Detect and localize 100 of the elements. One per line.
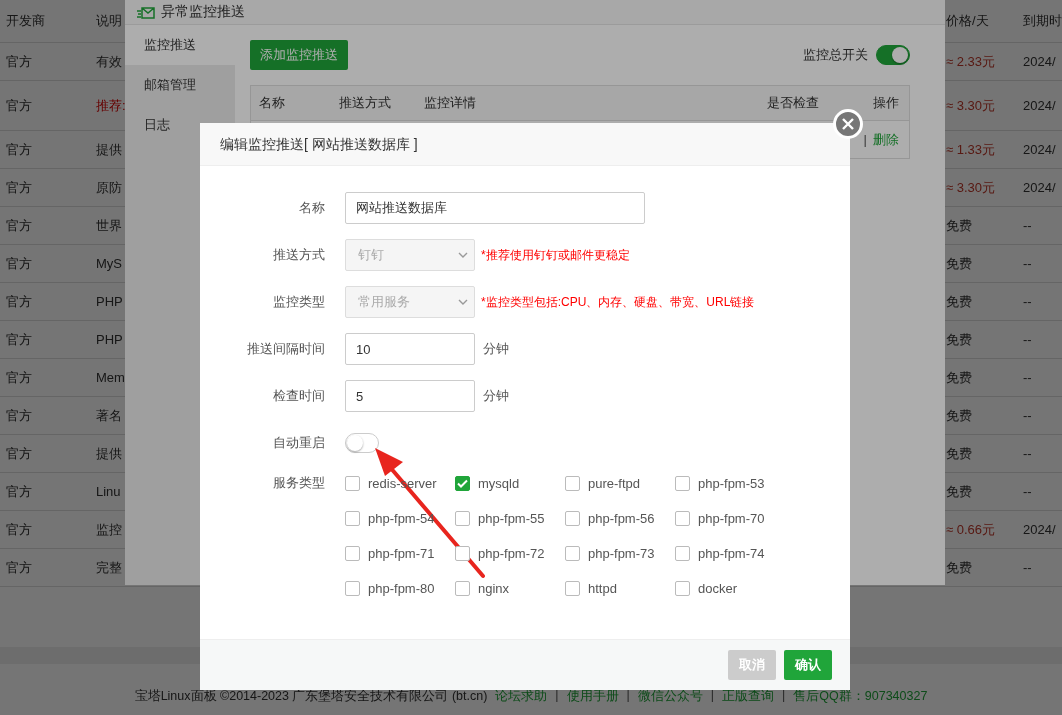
table-cell: Mem (96, 369, 125, 385)
checkbox[interactable] (675, 580, 690, 596)
column-header: 到期时 (1022, 12, 1062, 30)
checkbox[interactable] (565, 475, 580, 491)
table-cell-text: 官方 (5, 482, 33, 501)
close-icon (842, 118, 854, 130)
column-header: 价格/天 (945, 12, 990, 30)
table-cell: PHP (96, 293, 123, 309)
checkbox[interactable] (565, 580, 580, 596)
checkbox[interactable] (345, 580, 360, 596)
table-cell: 完整 (96, 559, 122, 575)
table-cell-text: -- (1022, 446, 1033, 461)
footer-link[interactable]: 论坛求助 (495, 688, 548, 705)
field-label: 监控类型 (272, 293, 326, 311)
sidebar-item[interactable]: 邮箱管理 (125, 65, 235, 105)
separator: | (626, 688, 630, 704)
checkbox[interactable] (345, 545, 360, 561)
checkbox-label: php-fpm-80 (368, 580, 435, 596)
checkbox[interactable] (675, 475, 690, 491)
table-cell-text: 2024/ (1022, 54, 1057, 69)
column-header: 开发商 (5, 12, 46, 30)
caret-icon (458, 299, 468, 305)
confirm-button[interactable]: 确认 (784, 650, 832, 680)
footer-link[interactable]: 正版查询 (722, 688, 775, 705)
checkbox-label: php-fpm-73 (588, 545, 655, 561)
table-cell-text: 2024/ (1022, 98, 1057, 113)
footer-link[interactable]: 微信公众号 (637, 688, 703, 705)
table-cell-text: ≈ 3.30元 (945, 178, 997, 197)
table-cell-text: 官方 (5, 520, 33, 539)
column-header: 名称 (259, 94, 286, 112)
table-cell: 提供 (96, 141, 122, 157)
checkbox[interactable] (675, 510, 690, 526)
checkbox-label: mysqld (478, 475, 520, 491)
table-cell: 监控 (96, 521, 122, 537)
separator: | (863, 132, 867, 147)
separator: | (555, 688, 559, 704)
field-label: 自动重启 (272, 434, 326, 452)
table-cell-text: 官方 (5, 406, 33, 425)
input-field[interactable]: 5 (345, 380, 475, 412)
table-cell-text: 官方 (5, 558, 33, 577)
table-cell-text: -- (1022, 218, 1033, 233)
table-cell-text: 免费 (945, 444, 973, 463)
table-cell-text: -- (1022, 484, 1033, 499)
table-cell-text: 官方 (5, 444, 33, 463)
table-cell-text: 官方 (5, 96, 33, 115)
checkbox-label: php-fpm-71 (368, 545, 435, 561)
table-cell-text: -- (1022, 256, 1033, 271)
checkbox[interactable] (455, 580, 470, 596)
column-header: 说明 (95, 12, 123, 30)
checkbox-label: pure-ftpd (588, 475, 641, 491)
table-cell-text: -- (1022, 370, 1033, 385)
checkbox[interactable] (455, 545, 470, 561)
checkbox[interactable] (565, 545, 580, 561)
field-label: 推送间隔时间 (246, 340, 326, 358)
table-cell-text: -- (1022, 408, 1033, 423)
input-field[interactable]: 网站推送数据库 (345, 192, 645, 224)
table-cell-text: 免费 (945, 330, 973, 349)
switch-label: 监控总开关 (803, 46, 868, 64)
checkbox[interactable] (345, 510, 360, 526)
table-cell: PHP (96, 331, 123, 347)
column-header: 推送方式 (339, 94, 392, 112)
checkbox-label: php-fpm-55 (478, 510, 545, 526)
table-cell: 推荐: (96, 97, 126, 113)
table-cell-text: 免费 (945, 482, 973, 501)
toggle-switch[interactable] (876, 45, 910, 65)
hint-text: *监控类型包括:CPU、内存、硬盘、带宽、URL链接 (481, 293, 755, 311)
table-cell-text: 官方 (5, 254, 33, 273)
table-cell-text: 2024/ (1022, 142, 1057, 157)
table-cell-text: ≈ 2.33元 (945, 52, 997, 71)
footer-link[interactable]: 售后QQ群：907340327 (793, 688, 928, 705)
checkbox[interactable] (565, 510, 580, 526)
checkbox-label: httpd (588, 580, 617, 596)
table-cell-text: 2024/ (1022, 180, 1057, 195)
checkbox[interactable] (675, 545, 690, 561)
table-cell: MyS (96, 255, 122, 271)
dialog-title: 编辑监控推送[ 网站推送数据库 ] (200, 123, 850, 166)
table-cell-text: 官方 (5, 368, 33, 387)
field-label: 名称 (298, 199, 326, 217)
table-cell-text: 官方 (5, 216, 33, 235)
table-cell-text: 官方 (5, 52, 33, 71)
column-header: 监控详情 (424, 94, 477, 112)
separator: | (710, 688, 715, 704)
table-cell-text: -- (1022, 560, 1033, 575)
checkbox[interactable] (455, 510, 470, 526)
table-cell: 原防 (96, 179, 122, 195)
checkbox-label: php-fpm-54 (368, 510, 435, 526)
checkbox-label: php-fpm-70 (698, 510, 765, 526)
toggle-switch[interactable] (345, 433, 379, 453)
window-title: 异常监控推送 (161, 3, 245, 21)
table-cell-text: 官方 (5, 292, 33, 311)
input-field[interactable]: 10 (345, 333, 475, 365)
checkbox-label: docker (698, 580, 738, 596)
table-cell-text: ≈ 1.33元 (945, 140, 997, 159)
checkbox-label: nginx (478, 580, 510, 596)
add-button[interactable]: 添加监控推送 (250, 40, 348, 70)
checkbox[interactable] (455, 475, 470, 491)
delete-link[interactable]: 删除 (873, 130, 899, 149)
table-cell: 著名 (96, 407, 122, 423)
column-header: 操作 (872, 94, 900, 112)
checkbox[interactable] (345, 475, 360, 491)
